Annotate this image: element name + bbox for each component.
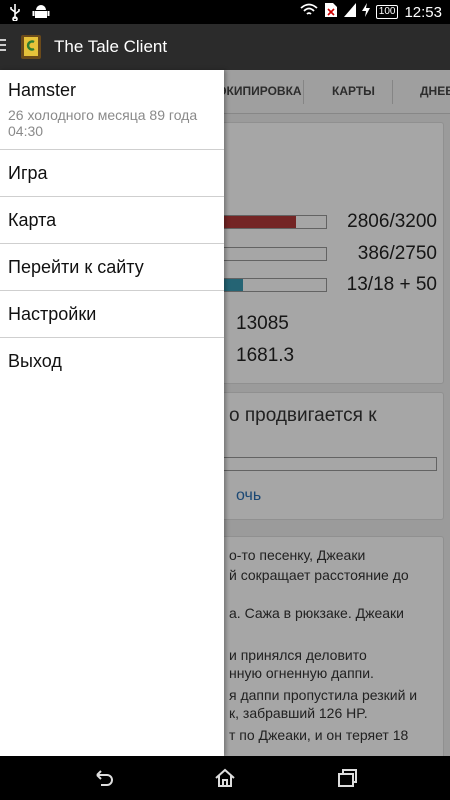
action-bar: The Tale Client bbox=[0, 24, 450, 70]
drawer-item-map[interactable]: Карта bbox=[0, 197, 224, 244]
status-bar: 100 12:53 bbox=[0, 0, 450, 24]
battery-level: 100 bbox=[375, 5, 399, 19]
drawer-scrim[interactable] bbox=[224, 70, 450, 756]
clock: 12:53 bbox=[404, 3, 442, 21]
signal-icon bbox=[343, 3, 356, 21]
drawer-toggle-icon[interactable] bbox=[0, 38, 14, 57]
app-logo-icon[interactable] bbox=[20, 34, 42, 60]
back-icon[interactable] bbox=[91, 766, 115, 790]
charging-icon bbox=[361, 3, 370, 21]
usb-icon bbox=[8, 3, 22, 26]
home-icon[interactable] bbox=[213, 766, 237, 790]
drawer-item-settings[interactable]: Настройки bbox=[0, 291, 224, 338]
drawer-item-website[interactable]: Перейти к сайту bbox=[0, 244, 224, 291]
android-icon bbox=[32, 3, 50, 26]
navigation-drawer: Hamster 26 холодного месяца 89 года 04:3… bbox=[0, 70, 224, 756]
game-date: 26 холодного месяца 89 года 04:30 bbox=[8, 107, 198, 139]
app-title: The Tale Client bbox=[54, 37, 168, 56]
hero-name: Hamster bbox=[8, 80, 77, 100]
drawer-item-game[interactable]: Игра bbox=[0, 150, 224, 197]
system-nav-bar bbox=[0, 756, 450, 800]
recent-apps-icon[interactable] bbox=[335, 766, 359, 790]
drawer-item-exit[interactable]: Выход bbox=[0, 338, 224, 385]
no-sim-icon bbox=[324, 2, 338, 22]
wifi-icon bbox=[300, 3, 318, 21]
drawer-header: Hamster 26 холодного месяца 89 года 04:3… bbox=[0, 70, 224, 150]
